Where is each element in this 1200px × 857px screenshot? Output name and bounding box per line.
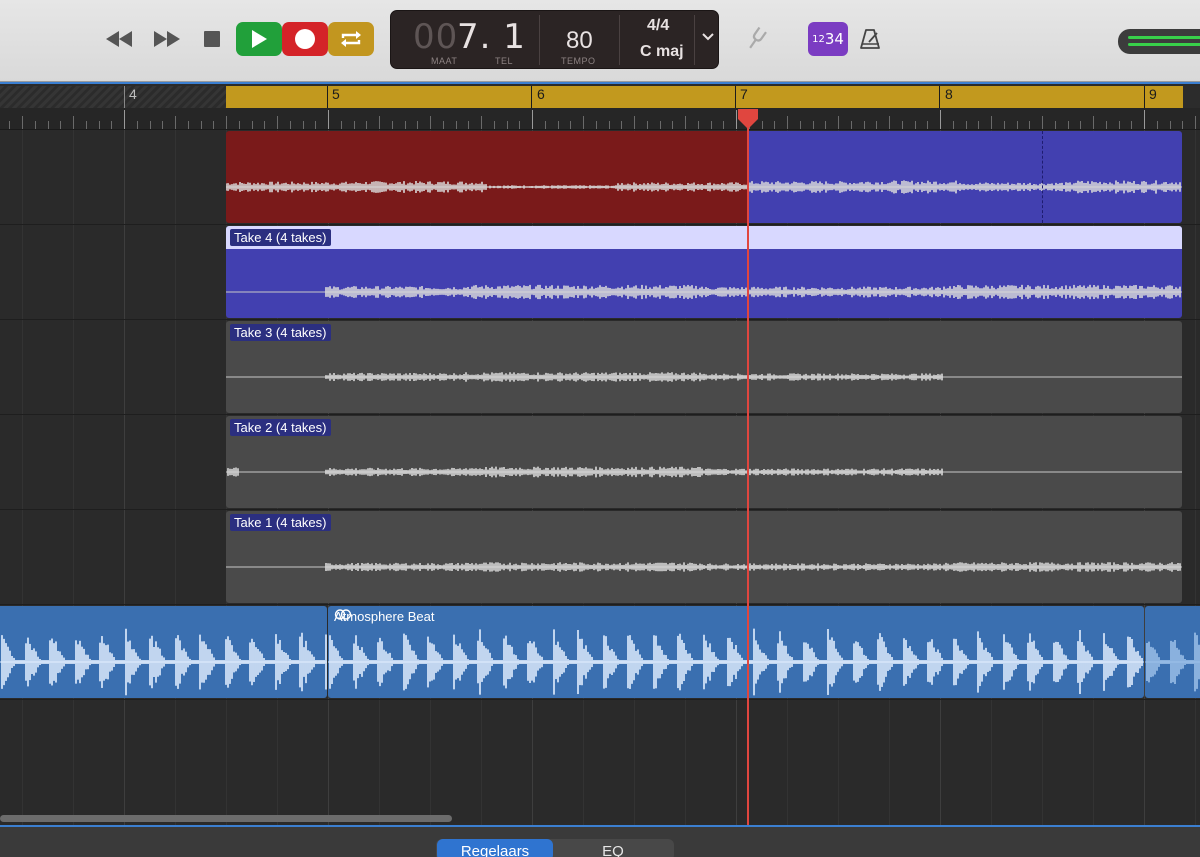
lcd-display[interactable]: 00 7. 1 MAAT TEL 80 TEMPO 4/4 C maj — [390, 10, 719, 69]
timeline-ruler[interactable]: 4 5 6 7 8 9 — [0, 84, 1200, 130]
waveform — [226, 181, 748, 193]
ruler-end — [1183, 86, 1200, 108]
ruler-outside-cycle — [0, 86, 226, 108]
comp-region-take-4[interactable] — [748, 131, 1182, 223]
rewind-button[interactable] — [102, 22, 136, 56]
bar-marker — [735, 86, 736, 108]
tracks-area[interactable]: Take 4 (4 takes) Take 3 (4 takes) Take 2… — [0, 130, 1200, 826]
tel-label: TEL — [495, 56, 514, 66]
position-leading-zeros: 00 — [413, 17, 459, 57]
take-label: Take 3 (4 takes) — [230, 324, 331, 341]
bar-number: 8 — [945, 86, 953, 102]
bar-marker — [939, 86, 940, 108]
bar-number: 9 — [1149, 86, 1157, 102]
record-button[interactable] — [282, 22, 328, 56]
chevron-down-icon[interactable] — [702, 33, 714, 41]
tuner-button[interactable] — [742, 22, 772, 56]
take-2-region[interactable]: Take 2 (4 takes) — [226, 416, 1182, 508]
position-readout: 7. 1 — [457, 17, 526, 57]
cycle-area[interactable] — [226, 86, 1183, 108]
waveform — [226, 284, 1182, 300]
play-icon — [252, 30, 267, 48]
take-4-region[interactable]: Take 4 (4 takes) — [226, 226, 1182, 318]
waveform — [226, 372, 1182, 382]
fast-forward-button[interactable] — [150, 22, 184, 56]
waveform — [226, 562, 1182, 572]
waveform — [328, 628, 1144, 696]
waveform — [1145, 632, 1200, 692]
record-icon — [295, 29, 315, 49]
metronome-icon — [860, 29, 880, 49]
tick-marks — [9, 110, 1196, 129]
stop-icon — [204, 31, 220, 47]
waveform — [748, 180, 1182, 194]
count-in-button[interactable]: 12 34 — [808, 22, 848, 56]
atmosphere-beat-region[interactable]: Atmosphere Beat — [328, 606, 1144, 698]
playhead-handle-icon[interactable] — [737, 108, 759, 130]
bar-number: 5 — [332, 86, 340, 102]
meter-left-bar — [1128, 36, 1200, 39]
stop-button[interactable] — [200, 22, 224, 56]
waveform — [0, 628, 327, 696]
playhead[interactable] — [747, 112, 749, 826]
cycle-button[interactable] — [328, 22, 374, 56]
lcd-divider — [694, 15, 695, 65]
tempo-value: 80 — [566, 27, 593, 54]
comp-split-marker — [1042, 131, 1043, 223]
take-label: Take 1 (4 takes) — [230, 514, 331, 531]
beat-region-next[interactable] — [1145, 606, 1200, 698]
loop-icon — [334, 609, 352, 620]
time-signature: 4/4 — [647, 17, 670, 34]
lcd-divider — [539, 15, 540, 65]
editor-tab-bar: Regelaars EQ — [0, 827, 1200, 857]
tab-eq[interactable]: EQ — [553, 839, 673, 857]
bar-marker — [124, 86, 125, 108]
ruler-ticks — [0, 108, 1200, 130]
metronome-button[interactable] — [856, 22, 884, 56]
key-signature: C maj — [640, 43, 684, 60]
bar-number: 4 — [129, 86, 137, 102]
tuning-fork-icon — [749, 26, 767, 49]
take-label: Take 2 (4 takes) — [230, 419, 331, 436]
bar-marker — [327, 86, 328, 108]
garageband-window: 00 7. 1 MAAT TEL 80 TEMPO 4/4 C maj 12 34 — [0, 0, 1200, 857]
comp-region-take-1[interactable] — [226, 131, 748, 223]
lcd-divider — [619, 15, 620, 65]
play-button[interactable] — [236, 22, 282, 56]
tab-regelaars[interactable]: Regelaars — [437, 839, 553, 857]
take-label: Take 4 (4 takes) — [230, 229, 331, 246]
bar-number: 7 — [740, 86, 748, 102]
meter-right-bar — [1128, 43, 1200, 46]
take-1-region[interactable]: Take 1 (4 takes) — [226, 511, 1182, 603]
beat-region-previous[interactable] — [0, 606, 327, 698]
cycle-icon — [341, 31, 361, 47]
rewind-icon — [106, 31, 132, 47]
master-level-meter — [1118, 29, 1200, 54]
region-title: Atmosphere Beat — [334, 609, 434, 624]
bar-marker — [531, 86, 532, 108]
control-bar: 00 7. 1 MAAT TEL 80 TEMPO 4/4 C maj 12 34 — [0, 0, 1200, 82]
bar-number: 6 — [537, 86, 545, 102]
horizontal-scrollbar[interactable] — [0, 815, 452, 822]
count-in-digits: 34 — [824, 30, 844, 48]
take-3-region[interactable]: Take 3 (4 takes) — [226, 321, 1182, 413]
fast-forward-icon — [154, 31, 180, 47]
tempo-label: TEMPO — [561, 56, 596, 66]
count-in-small-digits: 12 — [812, 33, 825, 45]
maat-label: MAAT — [431, 56, 458, 66]
waveform — [226, 466, 1182, 478]
bar-marker — [1144, 86, 1145, 108]
